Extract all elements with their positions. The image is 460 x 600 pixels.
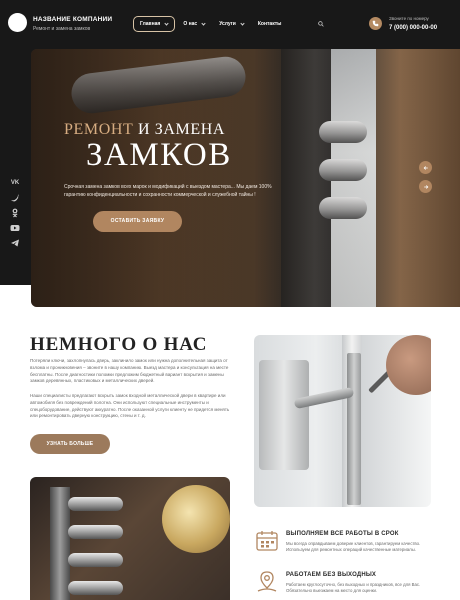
- lock-faceplate-graphic: [347, 353, 361, 505]
- feature-title: ВЫПОЛНЯЕМ ВСЕ РАБОТЫ В СРОК: [286, 531, 399, 537]
- lock-cylinder-graphic: [162, 485, 230, 553]
- phone-label: Звоните по номеру: [389, 16, 429, 21]
- location-icon: [257, 571, 277, 592]
- phone-icon[interactable]: [369, 17, 382, 30]
- leave-request-button[interactable]: ОСТАВИТЬ ЗАЯВКУ: [93, 211, 182, 232]
- social-links: VK: [10, 178, 22, 253]
- slider-prev-button[interactable]: [419, 161, 432, 174]
- door-handle-plate-graphic: [259, 360, 309, 470]
- feature-text: Мы всегда оправдываем доверие клиентов, …: [286, 541, 421, 552]
- learn-more-button[interactable]: УЗНАТЬ БОЛЬШЕ: [30, 434, 110, 454]
- site-header: НАЗВАНИЕ КОМПАНИИ Ремонт и замена замков…: [0, 0, 460, 48]
- about-title: НЕМНОГО О НАС: [30, 334, 208, 355]
- about-paragraph-2: Наши специалисты предлагают вскрыть замо…: [30, 393, 230, 419]
- youtube-icon[interactable]: [10, 223, 20, 233]
- nav-item-label: Главная: [140, 21, 161, 27]
- feature-text: Работаем круглосуточно, без выходных и п…: [286, 582, 421, 593]
- nav-item-about[interactable]: О нас: [177, 16, 211, 32]
- about-paragraph-1: Потеряли ключи, захлопнулась дверь, закл…: [30, 358, 229, 384]
- vk-icon[interactable]: VK: [10, 178, 20, 188]
- door-lock-photo: [254, 335, 431, 507]
- hero-description: Срочная замена замков всех марок и модиф…: [64, 184, 272, 198]
- nav-item-contacts[interactable]: Контакты: [252, 16, 288, 32]
- nav-item-home[interactable]: Главная: [133, 16, 176, 32]
- slider-next-button[interactable]: [419, 180, 432, 193]
- hand-graphic: [386, 335, 431, 395]
- hero-title-line2: ЗАМКОВ: [86, 137, 232, 173]
- lock-bolt-graphic: [68, 525, 123, 539]
- main-nav: Главная О нас Услуги Контакты: [133, 16, 289, 32]
- hero-banner: РЕМОНТ И ЗАМЕНА ЗАМКОВ Срочная замена за…: [31, 49, 460, 307]
- logo[interactable]: [8, 13, 27, 32]
- lock-body-graphic: [50, 487, 70, 600]
- hero-title-accent: РЕМОНТ: [64, 121, 134, 138]
- hero-overlay: [31, 49, 460, 307]
- lock-mechanism-photo: [30, 477, 230, 600]
- arrow-left-icon: [423, 165, 428, 170]
- telegram-icon[interactable]: [10, 238, 20, 248]
- brand-title[interactable]: НАЗВАНИЕ КОМПАНИИ: [33, 16, 112, 23]
- nav-item-label: Услуги: [219, 21, 236, 27]
- calendar-icon: [256, 531, 278, 551]
- lock-bolt-graphic: [68, 553, 123, 567]
- ok-icon[interactable]: [10, 208, 20, 218]
- search-icon[interactable]: [318, 21, 324, 27]
- lock-bolt-graphic: [68, 581, 123, 595]
- nav-item-label: О нас: [183, 21, 198, 27]
- twitter-icon[interactable]: [10, 193, 20, 203]
- chevron-down-icon: [240, 20, 245, 26]
- chevron-down-icon: [164, 20, 169, 26]
- brand-subtitle: Ремонт и замена замков: [33, 26, 91, 32]
- arrow-right-icon: [423, 184, 428, 189]
- phone-number[interactable]: 7 (000) 000-00-00: [389, 25, 437, 31]
- lock-bolt-graphic: [68, 497, 123, 511]
- chevron-down-icon: [201, 20, 206, 26]
- feature-title: РАБОТАЕМ БЕЗ ВЫХОДНЫХ: [286, 572, 377, 578]
- nav-item-services[interactable]: Услуги: [213, 16, 250, 32]
- nav-item-label: Контакты: [257, 21, 282, 27]
- hero-title-rest: И ЗАМЕНА: [133, 121, 226, 138]
